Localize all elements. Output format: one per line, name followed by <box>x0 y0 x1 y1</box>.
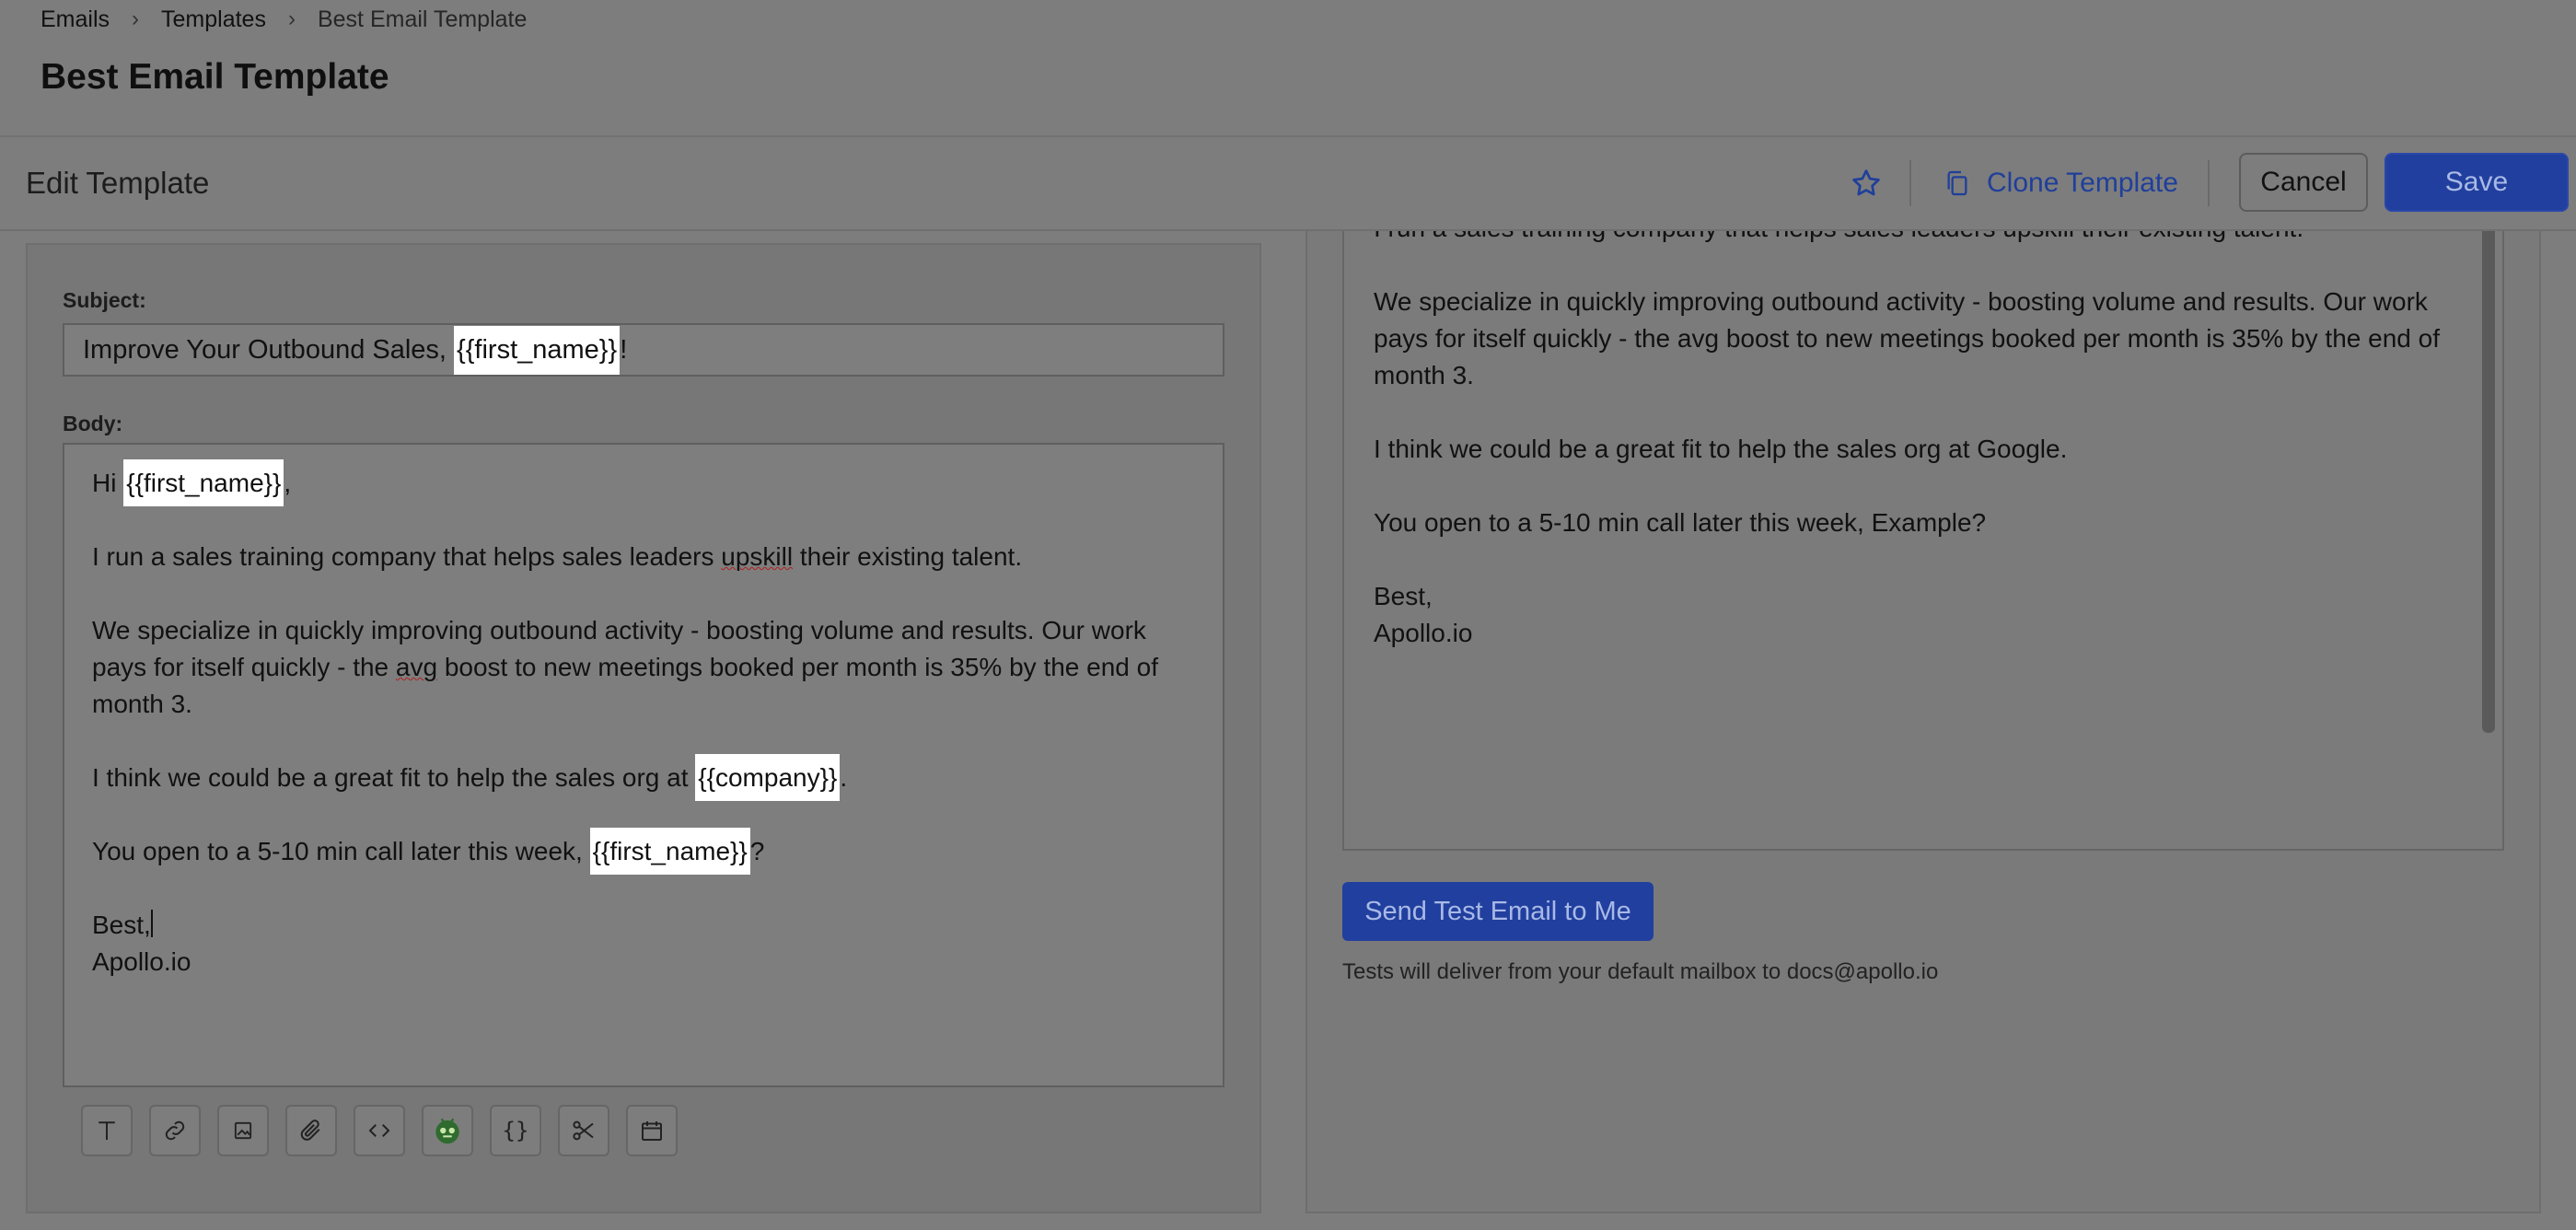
body-paragraph-1-end: their existing talent. <box>793 542 1023 571</box>
spelling-mark[interactable]: avg <box>396 653 437 681</box>
company-variable[interactable]: {{company}} <box>695 754 841 801</box>
attachment-icon[interactable] <box>285 1105 337 1156</box>
subject-input[interactable]: Improve Your Outbound Sales, {{first_nam… <box>63 323 1224 377</box>
body-content[interactable]: Hi {{first_name}}, I run a sales trainin… <box>92 459 1206 981</box>
text-caret <box>150 910 153 937</box>
edit-toolbar <box>0 137 2576 231</box>
signoff-line: Best, <box>92 911 151 939</box>
signature-line: Apollo.io <box>92 947 191 976</box>
clone-template-button[interactable]: Clone Template <box>1943 160 2178 206</box>
subject-text: Improve Your Outbound Sales, <box>83 334 455 365</box>
body-paragraph-3: I think we could be a great fit to help … <box>92 763 696 792</box>
subject-variable[interactable]: {{first_name}} <box>454 325 621 375</box>
subject-label: Subject: <box>63 288 146 312</box>
breadcrumb-emails[interactable]: Emails <box>41 6 110 33</box>
body-paragraph-4: You open to a 5-10 min call later this w… <box>92 837 590 865</box>
breadcrumb-current: Best Email Template <box>317 6 528 32</box>
preview-content: I run a sales training company that help… <box>1374 210 2451 652</box>
preview-paragraph-4: You open to a 5-10 min call later this w… <box>1374 508 1987 537</box>
preview-scrollbar[interactable] <box>2482 221 2495 733</box>
link-icon[interactable] <box>149 1105 201 1156</box>
star-icon[interactable] <box>1849 166 1884 201</box>
test-email-hint: Tests will deliver from your default mai… <box>1342 959 1939 984</box>
preview-paragraph-2: We specialize in quickly improving outbo… <box>1374 287 2440 389</box>
subject-suffix: ! <box>620 334 628 365</box>
page-title: Best Email Template <box>41 57 389 97</box>
greeting-text: Hi <box>92 469 124 497</box>
body-label: Body: <box>63 412 123 435</box>
edit-title: Edit Template <box>26 166 210 200</box>
text-format-icon[interactable] <box>81 1105 133 1156</box>
send-test-email-button[interactable]: Send Test Email to Me <box>1342 882 1654 941</box>
copy-icon <box>1947 170 1967 196</box>
body-paragraph-1: I run a sales training company that help… <box>92 542 722 571</box>
body-paragraph-4-end: ? <box>749 837 765 865</box>
greeting-variable[interactable]: {{first_name}} <box>123 459 284 506</box>
clone-template-label: Clone Template <box>1987 168 2178 198</box>
editor-toolbar: {} <box>81 1105 678 1156</box>
variables-icon[interactable]: {} <box>490 1105 541 1156</box>
image-icon[interactable] <box>217 1105 269 1156</box>
preview-paragraph-3: I think we could be a great fit to help … <box>1374 435 2068 463</box>
cancel-button[interactable]: Cancel <box>2239 153 2368 212</box>
code-icon[interactable] <box>354 1105 405 1156</box>
chevron-right-icon: › <box>132 6 140 31</box>
breadcrumb: Emails › Templates › Best Email Template <box>41 4 527 35</box>
first-name-variable[interactable]: {{first_name}} <box>589 828 750 875</box>
body-paragraph-3-end: . <box>840 763 848 792</box>
preview-signature: Apollo.io <box>1374 619 1473 647</box>
preview-signoff: Best, <box>1374 582 1433 610</box>
save-button[interactable]: Save <box>2385 153 2569 212</box>
toolbar-divider <box>2208 160 2210 206</box>
braces-glyph: {} <box>502 1118 529 1143</box>
chevron-right-icon: › <box>287 6 296 31</box>
ai-assistant-icon[interactable] <box>422 1105 473 1156</box>
snippet-icon[interactable] <box>558 1105 609 1156</box>
greeting-suffix: , <box>284 469 292 497</box>
toolbar-divider <box>1909 160 1911 206</box>
spelling-mark[interactable]: upskill <box>721 542 793 571</box>
breadcrumb-templates[interactable]: Templates <box>161 6 266 33</box>
calendar-icon[interactable] <box>626 1105 678 1156</box>
